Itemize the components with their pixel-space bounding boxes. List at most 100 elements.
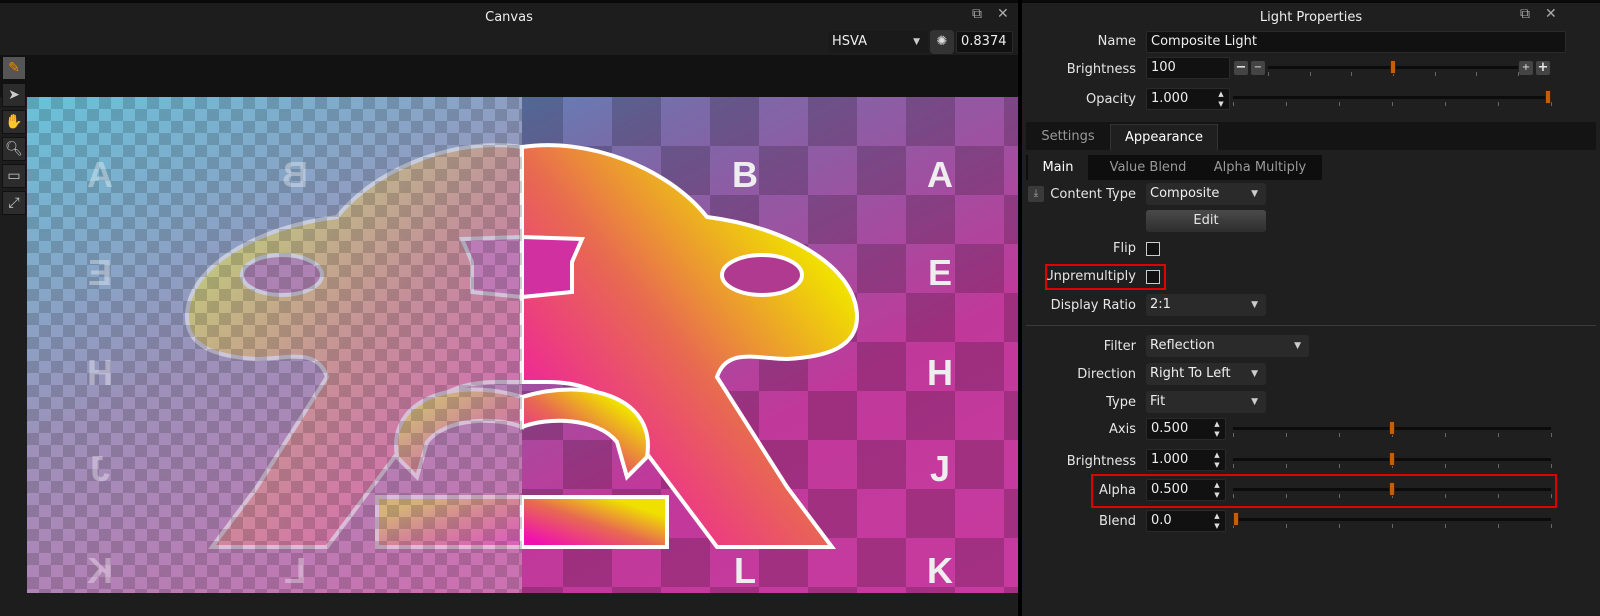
color-mode-select[interactable]: HSVA ▼ <box>828 31 928 53</box>
filter-brightness-label: Brightness <box>1066 454 1136 469</box>
blend-label: Blend <box>1098 514 1136 529</box>
filter-label: Filter <box>1103 339 1136 354</box>
blend-field[interactable]: 0.0 ▲ ▼ <box>1146 510 1226 532</box>
flip-checkbox[interactable] <box>1146 242 1160 256</box>
blend-slider[interactable] <box>1233 510 1552 530</box>
zoom-region-icon[interactable]: ▭ <box>2 164 26 188</box>
display-ratio-label: Display Ratio <box>1050 298 1136 313</box>
name-field[interactable]: Composite Light <box>1146 31 1566 53</box>
edit-button[interactable]: Edit <box>1146 210 1266 232</box>
mirrored-letter: E <box>88 252 112 293</box>
mirrored-letter: K <box>87 550 113 591</box>
image-letter: A <box>927 154 953 195</box>
type-select[interactable]: Fit ▼ <box>1146 391 1266 413</box>
slider-tick <box>1286 464 1287 468</box>
slider-tick <box>1233 433 1234 437</box>
blend-value: 0.0 <box>1151 513 1172 528</box>
direction-label: Direction <box>1077 367 1136 382</box>
opacity-label: Opacity <box>1085 92 1136 107</box>
slider-tick <box>1309 72 1311 76</box>
slider-tick <box>1339 524 1340 528</box>
chevron-down-icon: ▼ <box>1251 300 1258 310</box>
canvas-image[interactable]: B A E H J L K A B E H J K L <box>27 97 1018 593</box>
slider-tick <box>1445 524 1446 528</box>
slider-thumb[interactable] <box>1390 60 1396 74</box>
tab-settings[interactable]: Settings <box>1028 124 1108 150</box>
hand-icon[interactable]: ✋ <box>2 110 26 134</box>
slider-tick <box>1498 102 1499 106</box>
slider-tick <box>1233 102 1234 106</box>
float-icon[interactable]: ⧉ <box>972 6 982 22</box>
axis-slider[interactable] <box>1233 419 1552 439</box>
chevron-down-icon: ▼ <box>913 37 920 47</box>
name-label: Name <box>1097 34 1136 49</box>
direction-value: Right To Left <box>1150 366 1231 381</box>
spinner-arrows-icon[interactable]: ▲ ▼ <box>1212 450 1222 470</box>
image-letter: K <box>927 550 953 591</box>
highlight-box <box>1091 474 1557 508</box>
direction-select[interactable]: Right To Left ▼ <box>1146 363 1266 385</box>
brightness-label: Brightness <box>1066 62 1136 77</box>
slider-thumb[interactable] <box>1545 90 1551 104</box>
filter-select[interactable]: Reflection ▼ <box>1146 335 1309 357</box>
canvas-panel: Canvas ⧉ ✕ HSVA ▼ ✺ 0.8374 ✎ ➤ ✋ 🔍︎ ▭ ⤢ <box>0 0 1018 616</box>
mirrored-letter: H <box>87 352 113 393</box>
slider-tick <box>1551 102 1552 106</box>
subtab-main[interactable]: Main <box>1028 155 1088 181</box>
slider-tick <box>1339 102 1340 106</box>
display-ratio-select[interactable]: 2:1 ▼ <box>1146 294 1266 316</box>
mirrored-letter: A <box>87 154 113 195</box>
slider-tick <box>1498 464 1499 468</box>
brightness-slider[interactable] <box>1268 58 1519 78</box>
light-panel-title: Light Properties <box>1022 0 1600 30</box>
slider-thumb[interactable] <box>1389 421 1395 435</box>
content-type-label: Content Type <box>1050 187 1136 202</box>
slider-thumb[interactable] <box>1233 512 1239 526</box>
spinner-arrows-icon[interactable]: ▲ ▼ <box>1216 89 1226 109</box>
increase-large-button[interactable]: + <box>1536 61 1550 75</box>
filter-brightness-field[interactable]: 1.000 ▲ ▼ <box>1146 449 1226 471</box>
spinner-arrows-icon[interactable]: ▲ ▼ <box>1212 511 1222 531</box>
color-value-field[interactable]: 0.8374 <box>956 31 1013 53</box>
brightness-field[interactable]: 100 <box>1146 57 1230 79</box>
float-icon[interactable]: ⧉ <box>1520 6 1530 22</box>
opacity-slider[interactable] <box>1233 88 1552 108</box>
opacity-field[interactable]: 1.000 ▲ ▼ <box>1146 88 1230 110</box>
slider-tick <box>1551 464 1552 468</box>
slider-tick <box>1445 433 1446 437</box>
slider-tick <box>1498 524 1499 528</box>
slider-tick <box>1445 464 1446 468</box>
highlight-box <box>1045 264 1166 290</box>
slider-tick <box>1351 72 1353 76</box>
slider-tick <box>1233 464 1234 468</box>
content-type-select[interactable]: Composite ▼ <box>1146 183 1266 205</box>
tab-appearance[interactable]: Appearance <box>1110 124 1218 150</box>
axis-field[interactable]: 0.500 ▲ ▼ <box>1146 418 1226 440</box>
slider-track[interactable] <box>1233 96 1551 99</box>
decrease-large-button[interactable]: − <box>1234 61 1248 75</box>
zoom-fit-icon[interactable]: ⤢ <box>2 191 26 215</box>
mirrored-letter: B <box>282 154 308 195</box>
subtab-value-blend[interactable]: Value Blend <box>1098 155 1198 181</box>
decrease-button[interactable]: − <box>1251 61 1265 75</box>
display-ratio-value: 2:1 <box>1150 297 1171 312</box>
close-icon[interactable]: ✕ <box>997 6 1009 22</box>
subtab-alpha-multiply[interactable]: Alpha Multiply <box>1202 155 1318 181</box>
mirrored-letter: L <box>284 550 306 591</box>
filter-brightness-slider[interactable] <box>1233 450 1552 470</box>
slider-tick <box>1445 102 1446 106</box>
slider-track[interactable] <box>1233 518 1551 521</box>
aperture-icon[interactable]: ✺ <box>930 30 954 54</box>
slider-tick <box>1339 464 1340 468</box>
slider-tick <box>1339 433 1340 437</box>
content-type-value: Composite <box>1150 186 1220 201</box>
zoom-icon[interactable]: 🔍︎ <box>2 137 26 161</box>
pointer-icon[interactable]: ➤ <box>2 83 26 107</box>
increase-button[interactable]: + <box>1519 61 1533 75</box>
spinner-arrows-icon[interactable]: ▲ ▼ <box>1212 419 1222 439</box>
slider-thumb[interactable] <box>1389 452 1395 466</box>
close-icon[interactable]: ✕ <box>1545 6 1557 22</box>
brush-icon[interactable]: ✎ <box>2 56 26 80</box>
slider-tick <box>1551 433 1552 437</box>
canvas-panel-title: Canvas <box>0 0 1018 30</box>
